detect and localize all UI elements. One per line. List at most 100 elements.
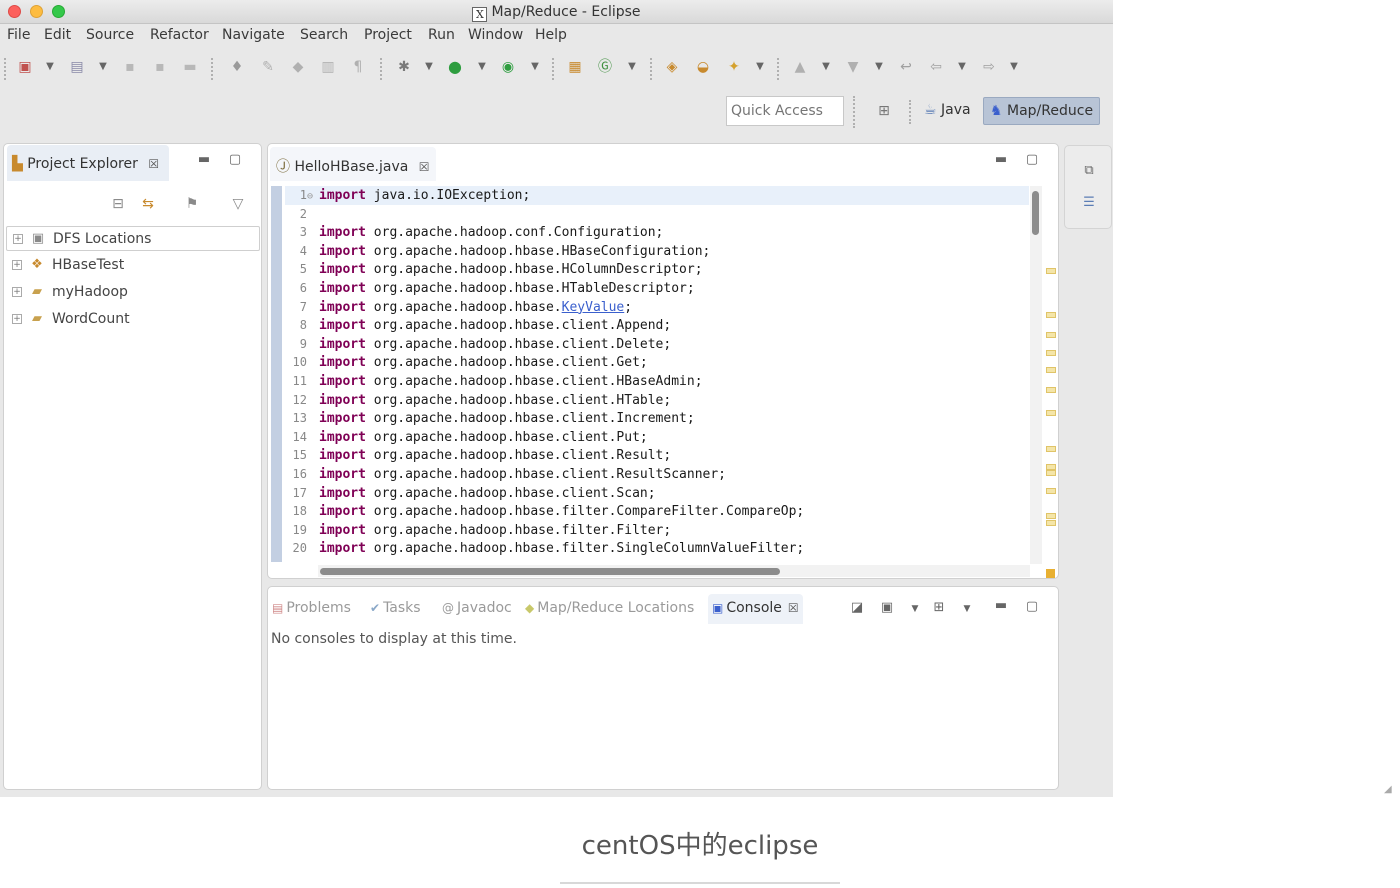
open-perspective-icon[interactable]: ⊞ [875,102,893,120]
menu-search[interactable]: Search [300,27,348,43]
menu-run[interactable]: Run [428,27,455,43]
maximize-view-icon[interactable]: ▢ [1025,153,1039,167]
code-line[interactable]: 12 import org.apache.hadoop.hbase.client… [285,391,1029,410]
code-line[interactable]: 20 import org.apache.hadoop.hbase.filter… [285,539,1029,558]
block-selection-icon[interactable]: ¶ [349,58,367,76]
forward-icon[interactable]: ⇨ [980,58,998,76]
code-line[interactable]: 16 import org.apache.hadoop.hbase.client… [285,465,1029,484]
clear-console-icon[interactable]: ◪ [850,601,864,615]
vertical-scroll-thumb[interactable] [1032,191,1039,235]
annotation-icon[interactable]: ✎ [259,58,277,76]
external-tools-dropdown-icon[interactable]: ▼ [530,59,540,75]
ruler-status-icon[interactable] [1046,569,1055,578]
code-line[interactable]: 8 import org.apache.hadoop.hbase.client.… [285,316,1029,335]
minimize-view-icon[interactable]: ▬ [197,153,211,167]
open-task-icon[interactable]: ◒ [694,58,712,76]
menu-refactor[interactable]: Refactor [150,27,209,43]
forward-dropdown-icon[interactable]: ▼ [1009,59,1019,75]
ruler-marker[interactable] [1046,268,1056,274]
overview-ruler[interactable] [1044,186,1058,578]
ruler-marker[interactable] [1046,520,1056,526]
code-line[interactable]: 19 import org.apache.hadoop.hbase.filter… [285,521,1029,540]
tab-problems[interactable]: ▤ Problems [272,600,351,616]
tab-tasks[interactable]: ✔ Tasks [370,600,421,616]
expand-icon[interactable]: + [12,314,22,324]
close-tab-icon[interactable]: ☒ [419,160,430,174]
code-line[interactable]: 9 import org.apache.hadoop.hbase.client.… [285,335,1029,354]
ruler-marker[interactable] [1046,350,1056,356]
code-line[interactable]: 2 [285,205,1029,224]
code-editor[interactable]: 1⊖ import java.io.IOException; 2 3 import … [271,186,1029,564]
tree-item-myhadoop[interactable]: + ▰ myHadoop [6,280,260,305]
tree-item-dfs-locations[interactable]: + ▣ DFS Locations [6,226,260,251]
menu-source[interactable]: Source [86,27,134,43]
open-console-icon[interactable]: ⊞ [932,601,946,615]
code-line[interactable]: 17 import org.apache.hadoop.hbase.client… [285,484,1029,503]
ruler-marker[interactable] [1046,488,1056,494]
vertical-scrollbar[interactable] [1030,186,1042,564]
tree-item-wordcount[interactable]: + ▰ WordCount [6,307,260,332]
resize-grip-icon[interactable]: ◢ [1384,784,1396,796]
view-menu-icon[interactable]: ▽ [230,196,246,212]
code-line[interactable]: 15 import org.apache.hadoop.hbase.client… [285,446,1029,465]
fold-collapse-icon[interactable]: ⊖ [307,187,319,206]
code-line[interactable]: 5 import org.apache.hadoop.hbase.HColumn… [285,260,1029,279]
horizontal-scrollbar[interactable] [318,565,1030,577]
maximize-view-icon[interactable]: ▢ [1025,600,1039,614]
search-icon[interactable]: ✦ [725,58,743,76]
code-line[interactable]: 7 import org.apache.hadoop.hbase.KeyValu… [285,298,1029,317]
new-class-dropdown-icon[interactable]: ▼ [627,59,637,75]
code-line[interactable]: 18 import org.apache.hadoop.hbase.filter… [285,502,1029,521]
expand-icon[interactable]: + [12,260,22,270]
tree-item-hbasetest[interactable]: + ❖ HBaseTest [6,253,260,278]
save-all-icon[interactable]: ▪ [151,58,169,76]
toggle-mark-icon[interactable]: ♦ [228,58,246,76]
new-java-project-icon[interactable]: ▤ [68,58,86,76]
maximize-view-icon[interactable]: ▢ [228,153,242,167]
ruler-marker[interactable] [1046,367,1056,373]
minimize-view-icon[interactable]: ▬ [994,599,1008,613]
close-tab-icon[interactable]: ☒ [788,601,799,615]
ruler-marker[interactable] [1046,470,1056,476]
menu-edit[interactable]: Edit [44,27,71,43]
next-edit-dropdown-icon[interactable]: ▼ [821,59,831,75]
menu-window[interactable]: Window [468,27,523,43]
new-wizard-dropdown-icon[interactable]: ▼ [98,59,108,75]
code-line[interactable]: 6 import org.apache.hadoop.hbase.HTableD… [285,279,1029,298]
next-annotation-icon[interactable]: ◆ [289,58,307,76]
search-dropdown-icon[interactable]: ▼ [755,59,765,75]
last-edit-location-icon[interactable]: ↩ [897,58,915,76]
ruler-marker[interactable] [1046,312,1056,318]
debug-dropdown-icon[interactable]: ▼ [424,59,434,75]
menu-help[interactable]: Help [535,27,567,43]
new-java-package-icon[interactable]: ▦ [566,58,584,76]
ruler-marker[interactable] [1046,410,1056,416]
minimize-view-icon[interactable]: ▬ [994,153,1008,167]
external-tools-icon[interactable]: ◉ [499,58,517,76]
previous-edit-location-icon[interactable]: ▼ [844,58,862,76]
collapse-all-icon[interactable]: ⊟ [110,196,126,212]
restore-view-icon[interactable]: ⧉ [1082,164,1096,178]
quick-access-input[interactable] [726,96,844,126]
ruler-marker[interactable] [1046,387,1056,393]
menu-project[interactable]: Project [364,27,412,43]
new-icon[interactable]: ▣ [16,58,34,76]
outline-view-icon[interactable]: ☰ [1082,196,1096,210]
ruler-marker[interactable] [1046,446,1056,452]
project-explorer-tab[interactable]: ▙ Project Explorer ☒ [6,147,165,181]
code-link[interactable]: KeyValue [562,300,625,315]
tab-javadoc[interactable]: @ Javadoc [442,600,512,616]
tab-console[interactable]: ▣ Console ☒ [708,594,803,624]
editor-tab-hellohbase[interactable]: Ⓙ HelloHBase.java ☒ [270,147,436,181]
open-type-icon[interactable]: ◈ [663,58,681,76]
menu-navigate[interactable]: Navigate [222,27,285,43]
link-with-editor-icon[interactable]: ⇆ [140,196,156,212]
code-line[interactable]: 14 import org.apache.hadoop.hbase.client… [285,428,1029,447]
next-edit-location-icon[interactable]: ▲ [791,58,809,76]
code-line[interactable]: 3 import org.apache.hadoop.conf.Configur… [285,223,1029,242]
show-whitespace-icon[interactable]: ▥ [319,58,337,76]
menu-file[interactable]: File [7,27,30,43]
previous-edit-dropdown-icon[interactable]: ▼ [874,59,884,75]
code-line[interactable]: 10 import org.apache.hadoop.hbase.client… [285,353,1029,372]
ruler-marker[interactable] [1046,513,1056,519]
